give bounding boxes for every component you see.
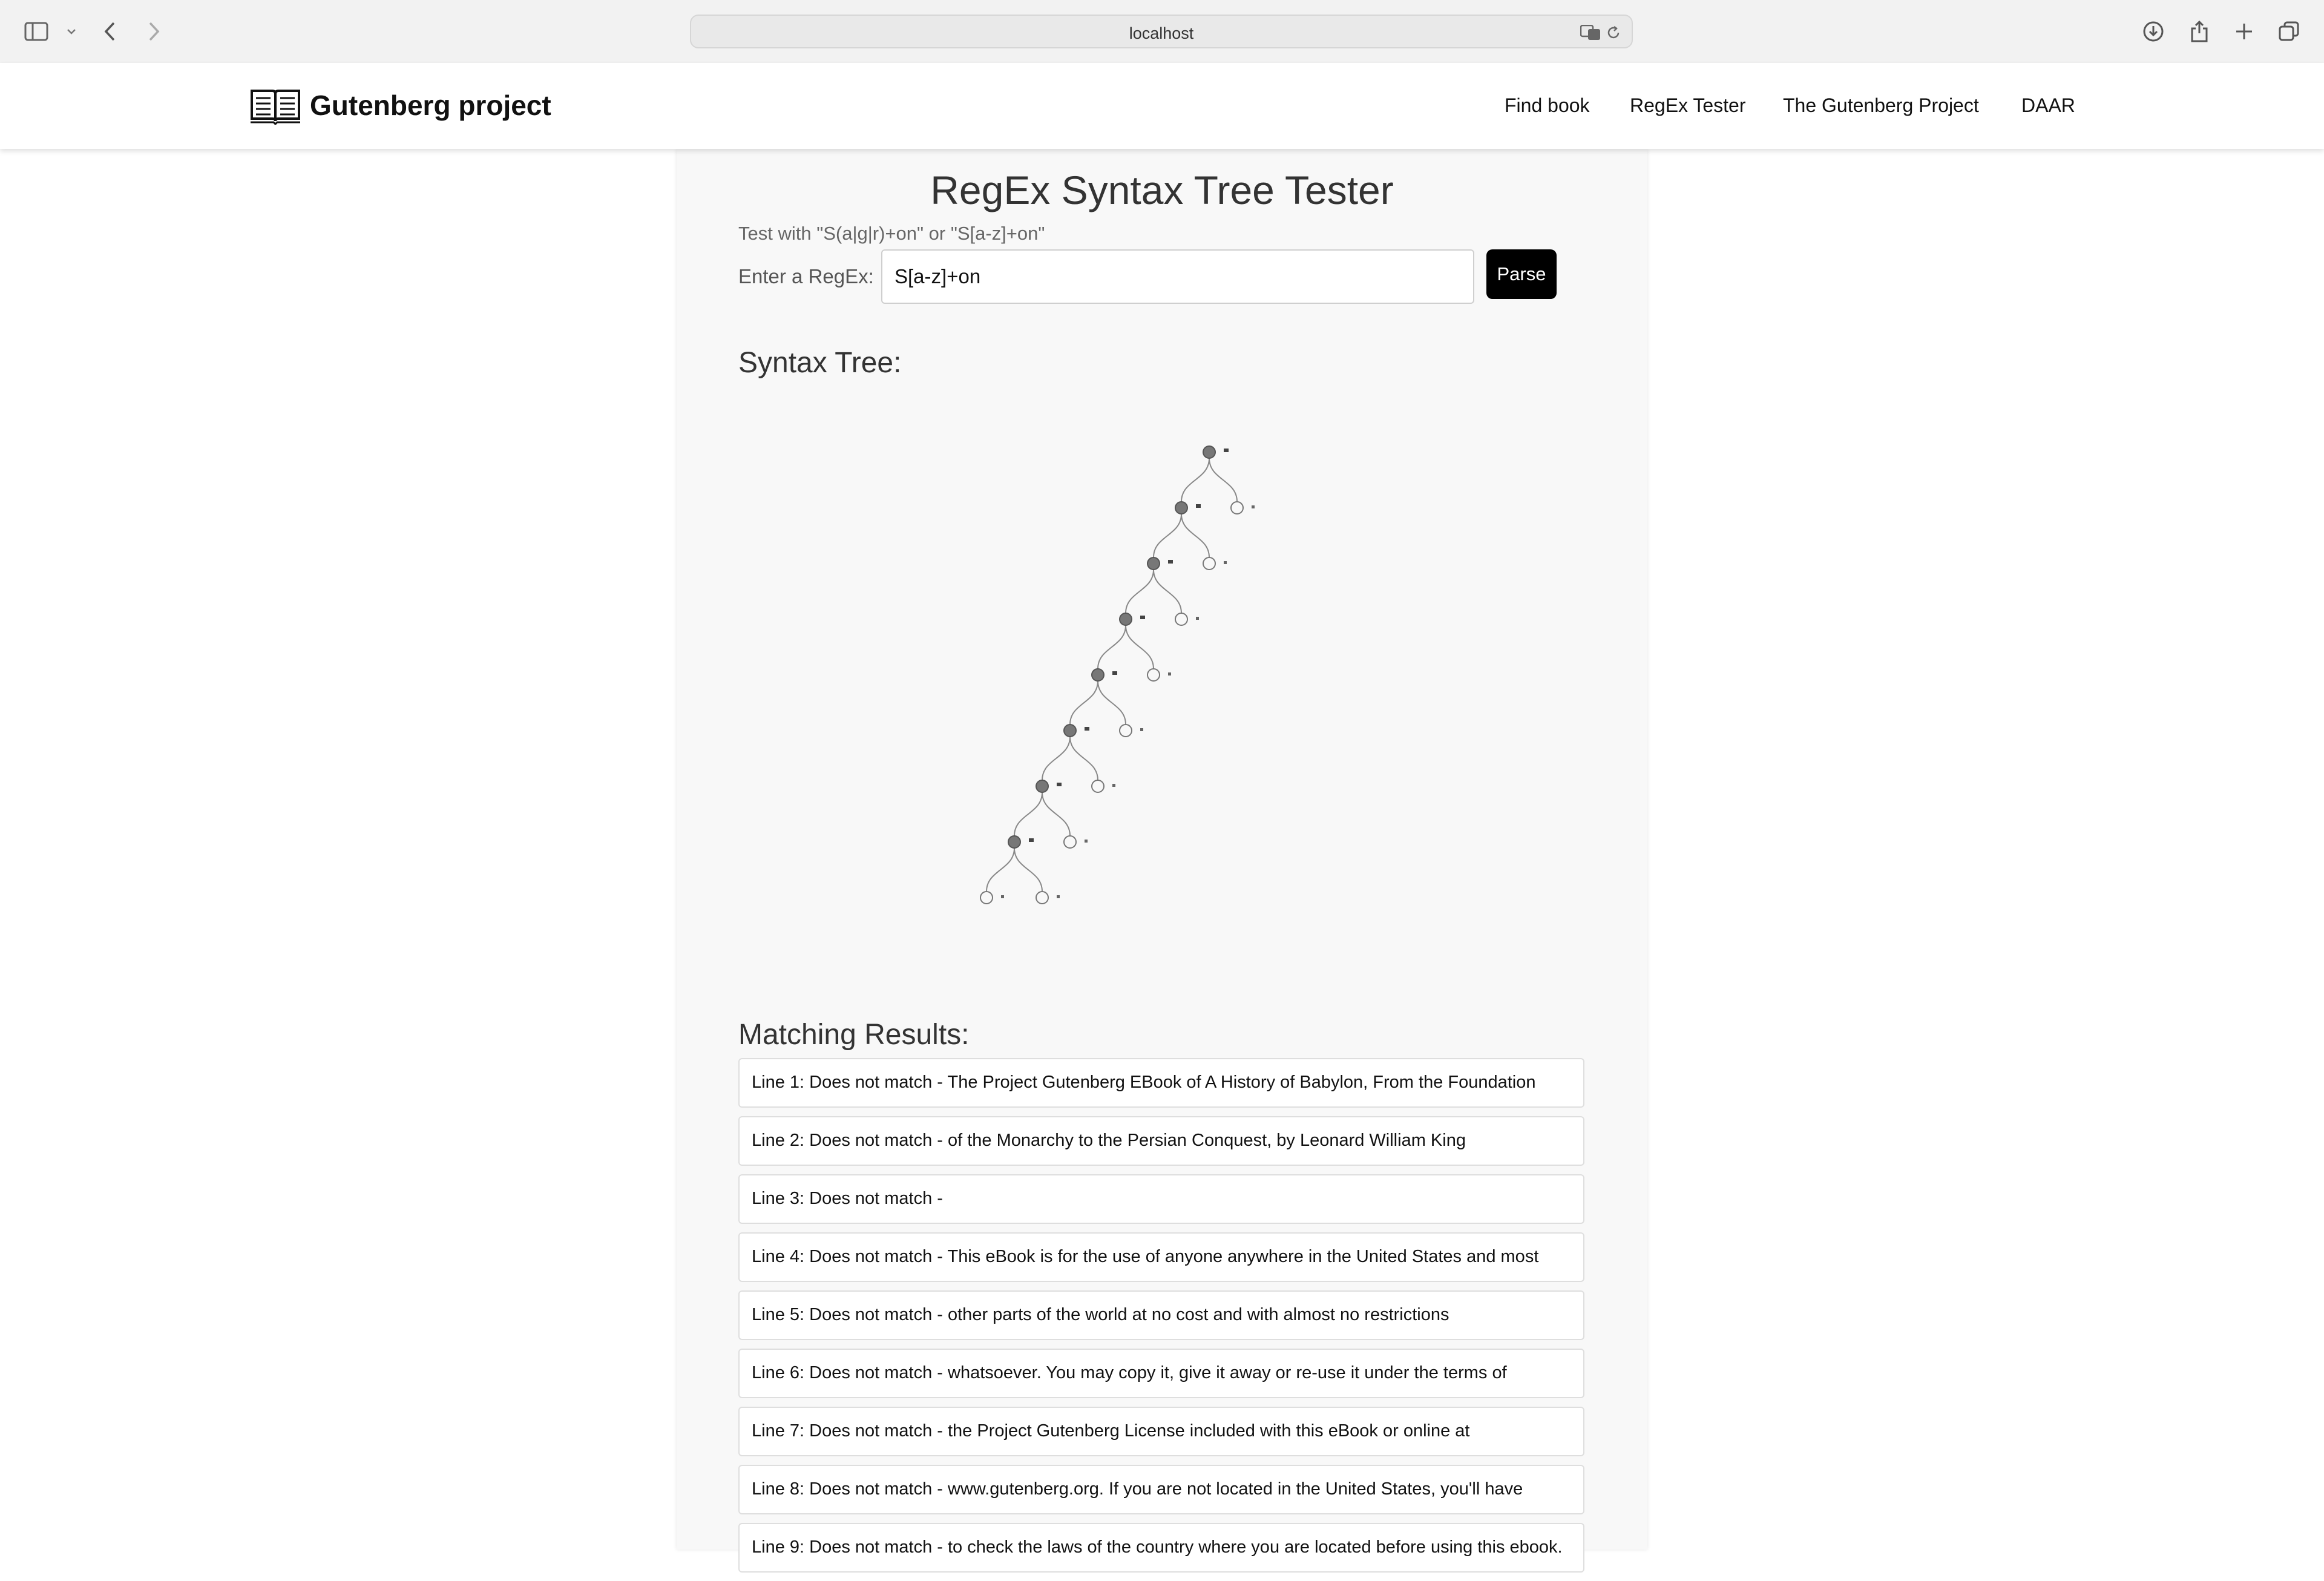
syntax-tree-heading: Syntax Tree: — [738, 347, 902, 379]
reload-icon[interactable] — [1603, 22, 1624, 44]
regex-input[interactable] — [881, 249, 1474, 304]
tree-edge — [1042, 792, 1071, 837]
result-row: Line 7: Does not match - the Project Gut… — [738, 1407, 1584, 1456]
tree-edge — [1181, 513, 1210, 558]
tree-edge — [1069, 680, 1098, 725]
tree-edge — [1125, 625, 1154, 669]
url-text: localhost — [1129, 24, 1194, 42]
tree-edge — [1097, 680, 1126, 725]
hint-text: Test with "S(a|g|r)+on" or "S[a-z]+on" — [738, 223, 1045, 244]
tree-edge — [1209, 458, 1238, 502]
tree-edge — [1181, 458, 1210, 502]
tree-node-internal — [1119, 613, 1132, 626]
tree-edge — [1097, 625, 1126, 669]
tree-node-internal — [1203, 445, 1216, 459]
results-list: Line 1: Does not match - The Project Gut… — [738, 1058, 1584, 1581]
nav-gutenberg-project[interactable]: The Gutenberg Project — [1783, 94, 1979, 117]
regex-label: Enter a RegEx: — [738, 265, 874, 288]
tree-node-tag — [1252, 505, 1255, 508]
result-row: Line 8: Does not match - www.gutenberg.o… — [738, 1465, 1584, 1514]
forward-arrow-icon[interactable] — [140, 18, 167, 45]
tree-node-leaf — [1063, 835, 1077, 849]
tree-edge — [1153, 513, 1182, 558]
tree-node-leaf — [1203, 557, 1216, 570]
result-row: Line 3: Does not match - — [738, 1174, 1584, 1224]
address-bar[interactable]: localhost — [690, 15, 1633, 48]
tree-edge — [1014, 792, 1043, 837]
result-row: Line 5: Does not match - other parts of … — [738, 1290, 1584, 1340]
tree-node-tag — [1001, 895, 1004, 898]
tree-node-tag — [1224, 449, 1229, 452]
results-heading: Matching Results: — [738, 1019, 970, 1051]
result-row: Line 4: Does not match - This eBook is f… — [738, 1232, 1584, 1282]
tree-node-leaf — [1147, 668, 1160, 682]
tree-node-tag — [1196, 617, 1199, 620]
tree-node-internal — [1147, 557, 1160, 570]
tree-node-internal — [1008, 835, 1021, 849]
tree-node-internal — [1091, 668, 1105, 682]
tree-node-tag — [1057, 783, 1062, 786]
tree-node-tag — [1196, 504, 1201, 508]
browser-toolbar: localhost — [0, 0, 2324, 64]
tree-node-internal — [1063, 724, 1077, 737]
tree-edge — [1042, 736, 1071, 781]
sidebar-toggle-icon[interactable] — [23, 18, 50, 45]
tree-node-tag — [1057, 895, 1060, 898]
tree-node-leaf — [1175, 613, 1188, 626]
share-icon[interactable] — [2186, 18, 2213, 45]
tree-edge — [1153, 569, 1182, 614]
tree-node-leaf — [1036, 891, 1049, 904]
brand-name: Gutenberg project — [310, 90, 551, 121]
site-header: Gutenberg project Find book RegEx Tester… — [0, 63, 2324, 149]
tree-edge — [1069, 736, 1098, 781]
translate-icon[interactable] — [1580, 22, 1601, 44]
tree-node-leaf — [980, 891, 993, 904]
result-row: Line 1: Does not match - The Project Gut… — [738, 1058, 1584, 1108]
tree-node-tag — [1085, 727, 1089, 731]
result-row: Line 6: Does not match - whatsoever. You… — [738, 1349, 1584, 1398]
open-book-icon — [251, 90, 300, 125]
result-row: Line 9: Does not match - to check the la… — [738, 1523, 1584, 1573]
nav-daar[interactable]: DAAR — [2021, 94, 2075, 117]
tree-node-leaf — [1119, 724, 1132, 737]
page-title: RegEx Syntax Tree Tester — [930, 168, 1394, 212]
tree-node-tag — [1112, 784, 1115, 787]
tree-node-tag — [1085, 840, 1088, 843]
result-row: Line 2: Does not match - of the Monarchy… — [738, 1116, 1584, 1166]
tree-node-leaf — [1091, 780, 1105, 793]
tree-node-tag — [1140, 728, 1143, 731]
download-icon[interactable] — [2140, 18, 2167, 45]
nav-find-book[interactable]: Find book — [1505, 94, 1590, 117]
tree-node-tag — [1224, 561, 1227, 564]
tree-node-tag — [1112, 671, 1117, 675]
tree-node-tag — [1168, 560, 1173, 564]
main-panel: RegEx Syntax Tree Tester Test with "S(a|… — [677, 149, 1647, 1573]
tree-node-internal — [1036, 780, 1049, 793]
tree-node-leaf — [1230, 501, 1244, 514]
tree-node-tag — [1029, 838, 1034, 842]
tree-node-tag — [1140, 616, 1145, 619]
tree-node-internal — [1175, 501, 1188, 514]
back-arrow-icon[interactable] — [97, 18, 123, 45]
chevron-down-icon[interactable] — [58, 18, 85, 45]
new-tab-icon[interactable] — [2231, 18, 2257, 45]
tree-edge — [1125, 569, 1154, 614]
tree-node-tag — [1168, 672, 1171, 675]
tab-overview-icon[interactable] — [2276, 18, 2302, 45]
nav-regex-tester[interactable]: RegEx Tester — [1630, 94, 1746, 117]
tree-edge — [1014, 847, 1043, 892]
site-logo[interactable]: Gutenberg project — [249, 86, 551, 125]
tree-edge — [986, 847, 1015, 892]
parse-button[interactable]: Parse — [1486, 249, 1557, 299]
